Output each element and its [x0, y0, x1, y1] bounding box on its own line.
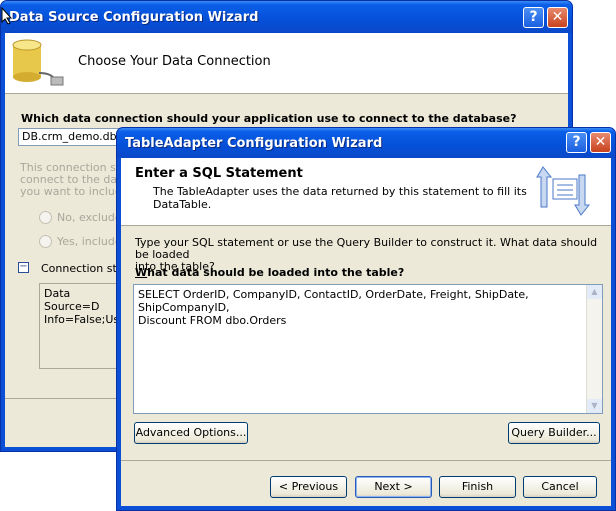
- title-bar[interactable]: TableAdapter Configuration Wizard ? ✕: [117, 128, 615, 158]
- help-button[interactable]: ?: [523, 7, 544, 28]
- mouse-cursor-icon: [1, 7, 13, 25]
- window-title: TableAdapter Configuration Wizard: [125, 136, 383, 151]
- radio-yes-label: Yes, include: [57, 235, 122, 248]
- wizard-header: Choose Your Data Connection: [5, 33, 568, 94]
- title-bar[interactable]: Data Source Configuration Wizard ? ✕: [1, 1, 572, 33]
- radio-no-label: No, exclude: [57, 211, 122, 224]
- scroll-up-button[interactable]: ▲: [587, 285, 602, 299]
- close-button[interactable]: ✕: [590, 132, 611, 153]
- header-description: The TableAdapter uses the data returned …: [153, 185, 527, 211]
- finish-button[interactable]: Finish: [439, 476, 516, 498]
- radio-yes-include[interactable]: [39, 235, 52, 248]
- radio-no-exclude[interactable]: [39, 211, 52, 224]
- cancel-button[interactable]: Cancel: [523, 476, 597, 498]
- vertical-scrollbar[interactable]: ▲ ▼: [586, 285, 602, 413]
- header-title: Choose Your Data Connection: [78, 54, 271, 69]
- wizard-header: Enter a SQL Statement The TableAdapter u…: [121, 158, 611, 226]
- footer-divider: [121, 460, 611, 461]
- query-builder-button[interactable]: Query Builder...: [508, 422, 600, 444]
- sql-question-label: What data should be loaded into the tabl…: [135, 266, 405, 279]
- database-icon: [12, 39, 64, 86]
- help-button[interactable]: ?: [566, 132, 587, 153]
- next-button[interactable]: Next >: [355, 476, 432, 498]
- collapse-toggle[interactable]: −: [18, 262, 29, 273]
- header-title: Enter a SQL Statement: [135, 166, 303, 181]
- close-button[interactable]: ✕: [547, 7, 568, 28]
- tableadapter-wizard-window: TableAdapter Configuration Wizard ? ✕ En…: [116, 127, 616, 511]
- scroll-down-button[interactable]: ▼: [587, 399, 602, 413]
- previous-button[interactable]: < Previous: [270, 476, 347, 498]
- advanced-options-button[interactable]: Advanced Options...: [134, 422, 248, 444]
- connection-question-label: Which data connection should your applic…: [21, 112, 517, 125]
- sql-textarea[interactable]: SELECT OrderID, CompanyID, ContactID, Or…: [133, 284, 603, 414]
- window-title: Data Source Configuration Wizard: [9, 10, 259, 25]
- table-sync-icon: [536, 166, 591, 216]
